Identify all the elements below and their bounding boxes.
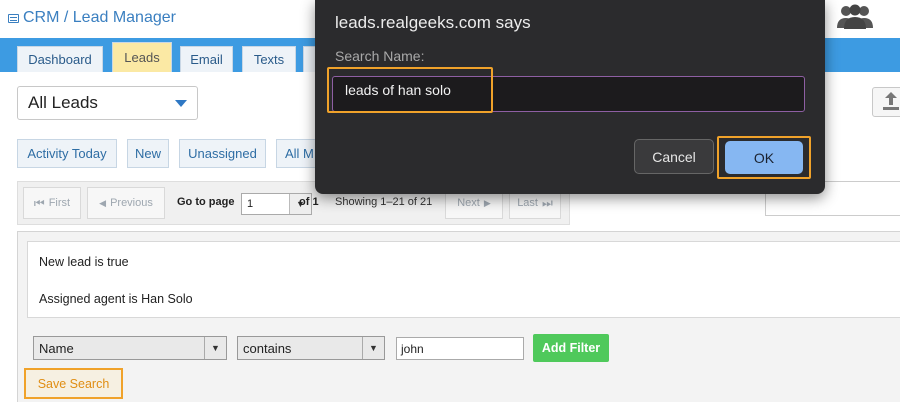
first-page-button[interactable]: ⏮ First — [23, 187, 81, 219]
tab-email[interactable]: Email — [180, 46, 233, 72]
filter-activity-today-button[interactable]: Activity Today — [17, 139, 117, 168]
filter-unassigned-button[interactable]: Unassigned — [179, 139, 266, 168]
ok-button[interactable]: OK — [725, 141, 803, 174]
goto-page-label: Go to page — [177, 196, 235, 208]
upload-button[interactable] — [872, 87, 900, 117]
filter-new-button[interactable]: New — [127, 139, 169, 168]
dialog-input-value[interactable]: leads of han solo — [327, 67, 493, 113]
app-title[interactable]: CRM / Lead Manager — [8, 8, 176, 28]
previous-page-button[interactable]: ◀ Previous — [87, 187, 165, 219]
add-filter-button[interactable]: Add Filter — [533, 334, 609, 362]
page-count-label: of 1 — [299, 196, 319, 208]
chevron-down-icon: ▼ — [362, 337, 384, 359]
lead-view-select[interactable]: All Leads — [17, 86, 198, 120]
tab-texts[interactable]: Texts — [242, 46, 296, 72]
users-icon[interactable] — [836, 2, 874, 30]
upload-icon — [883, 92, 899, 110]
first-page-icon: ⏮ — [33, 195, 45, 210]
cancel-button[interactable]: Cancel — [634, 139, 714, 174]
app-title-text: CRM / Lead Manager — [23, 9, 176, 26]
filter-field-select[interactable]: Name ▼ — [33, 336, 227, 360]
filter-operator-select[interactable]: contains ▼ — [237, 336, 385, 360]
previous-icon: ◀ — [99, 197, 107, 208]
dialog-title: leads.realgeeks.com says — [335, 13, 531, 32]
last-page-icon: ⏭ — [541, 195, 553, 210]
crm-icon — [8, 13, 19, 23]
save-search-button[interactable]: Save Search — [24, 368, 123, 399]
prompt-dialog: leads.realgeeks.com says Search Name: le… — [315, 0, 825, 194]
next-icon: ▶ — [483, 197, 491, 208]
tab-dashboard[interactable]: Dashboard — [17, 46, 103, 72]
criteria-item: Assigned agent is Han Solo — [39, 292, 193, 306]
dialog-prompt-label: Search Name: — [335, 48, 425, 64]
chevron-down-icon: ▼ — [204, 337, 226, 359]
chevron-down-icon — [175, 100, 187, 107]
criteria-item: New lead is true — [39, 255, 129, 269]
filter-value-input[interactable]: john — [396, 337, 524, 360]
tab-leads[interactable]: Leads — [112, 42, 172, 72]
showing-count: Showing 1–21 of 21 — [335, 196, 433, 208]
criteria-list — [27, 241, 900, 318]
